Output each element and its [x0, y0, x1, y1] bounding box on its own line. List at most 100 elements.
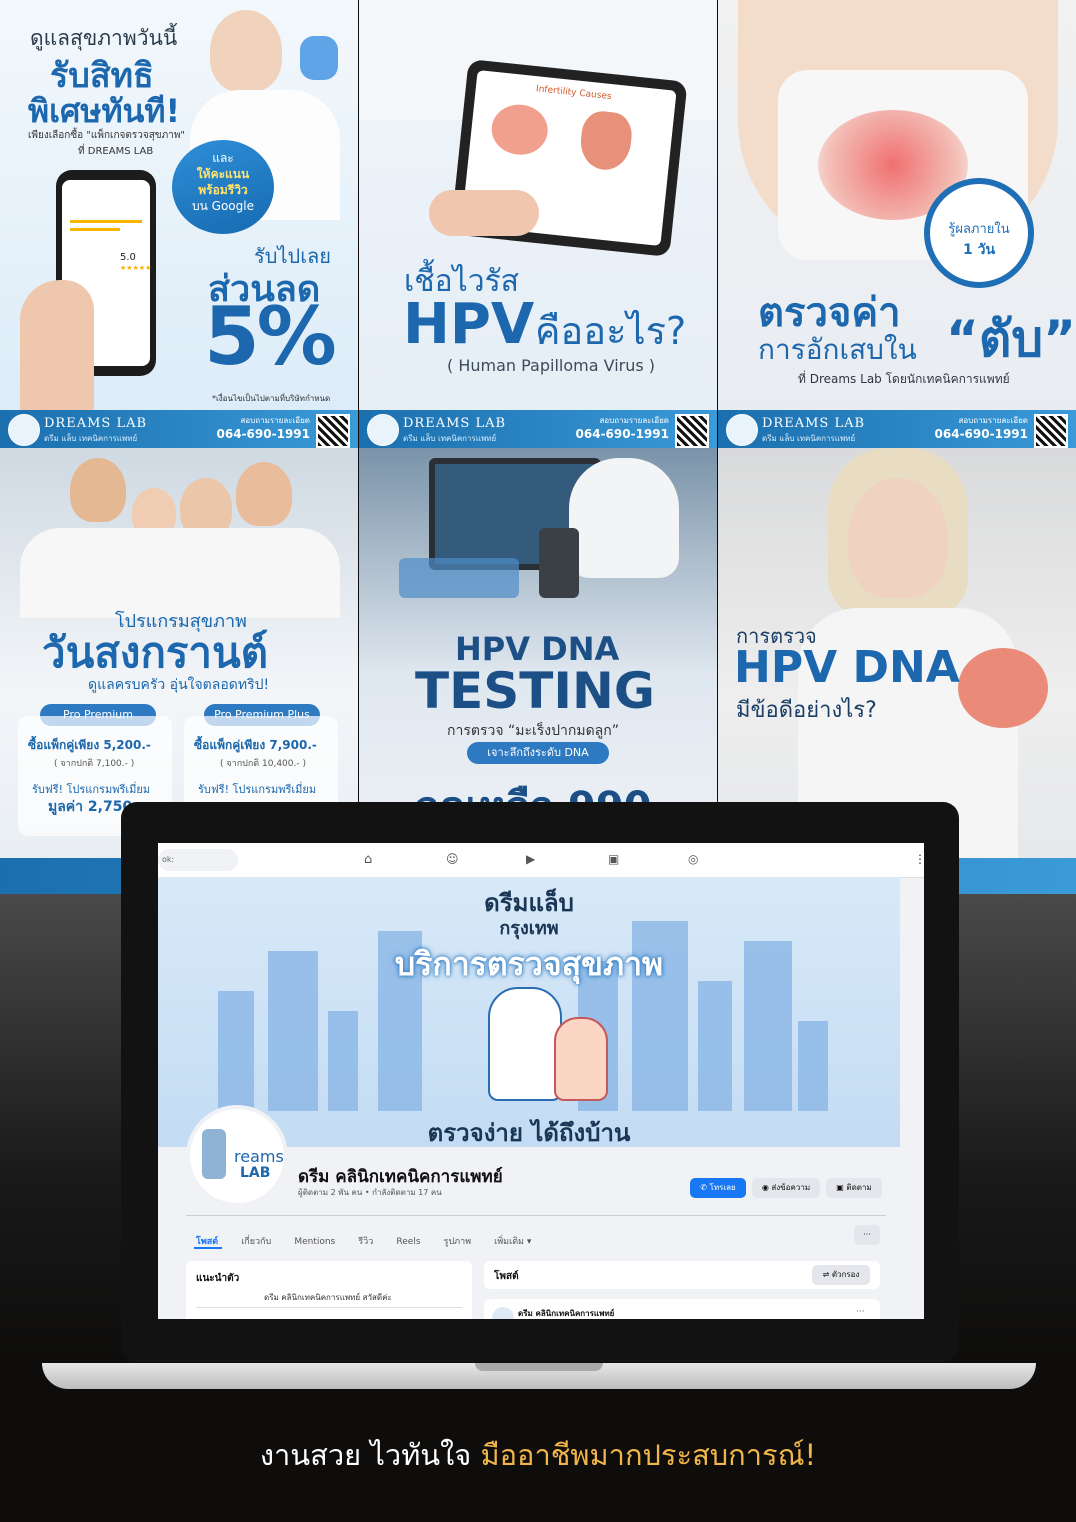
tile2-sub: ( Human Papilloma Virus ): [447, 356, 656, 375]
phone-label: สอบถามรายละเอียด: [599, 416, 669, 425]
brand-phone-block: สอบถามรายละเอียด 064-690-1991: [935, 414, 1028, 441]
tab-reels[interactable]: Reels: [396, 1237, 420, 1247]
result-badge: รู้ผลภายใน 1 วัน: [924, 178, 1034, 288]
promo-tile-hpv-dna-testing: HPV DNA TESTING การตรวจ “มะเร็งปากมดลูก”…: [359, 448, 717, 858]
profile-avatar[interactable]: reams LAB: [186, 1105, 288, 1207]
promo-tile-songkran: โปรแกรมสุขภาพ วันสงกรานต์ ดูแลครบครัว อุ…: [0, 448, 358, 858]
post-more-button[interactable]: ···: [856, 1307, 865, 1317]
more-options-button[interactable]: ···: [854, 1225, 880, 1245]
phone-label: สอบถามรายละเอียด: [240, 416, 310, 425]
cover-line3: บริการตรวจสุขภาพ: [394, 945, 664, 983]
follow-button[interactable]: ▣ ติดตาม: [826, 1178, 882, 1198]
brand-name: DREAMS LAB: [403, 416, 507, 431]
pkg1-value: มูลค่า 2,750: [48, 799, 133, 815]
phone-number: 064-690-1991: [934, 427, 1028, 441]
filter-label: ตัวกรอง: [831, 1270, 860, 1279]
promo-tile-hpv: Infertility Causes เชื้อไวรัส HPV คืออะไ…: [359, 0, 717, 410]
city-building: [328, 1011, 358, 1111]
brand-sub: ดรีม แล็บ เทคนิคการแพทย์: [762, 434, 856, 443]
tile1-line5: ที่ DREAMS LAB: [78, 146, 154, 157]
tab-more[interactable]: เพิ่มเติม ▾: [494, 1237, 531, 1247]
gaming-icon[interactable]: ◎: [688, 852, 698, 866]
friends-icon[interactable]: ☺: [446, 852, 459, 866]
woman-face: [848, 478, 948, 598]
message-button[interactable]: ◉ ส่งข้อความ: [752, 1178, 820, 1198]
phone-number: 064-690-1991: [575, 427, 669, 441]
city-building: [798, 1021, 828, 1111]
video-icon[interactable]: ▶: [526, 852, 535, 866]
dreams-lab-logo-icon: [8, 414, 40, 446]
posts-header-card: โพสต์ ⇌ ตัวกรอง: [484, 1261, 880, 1289]
pkg2-orig: ( จากปกติ 10,400.- ): [220, 759, 306, 769]
male-illustration: [578, 109, 634, 173]
tab-reviews[interactable]: รีวิว: [358, 1237, 373, 1247]
tagline-gold: มืออาชีพมากประสบการณ์!: [480, 1438, 817, 1472]
brand-footer: DREAMS LAB ดรีม แล็บ เทคนิคการแพทย์ สอบถ…: [0, 410, 358, 448]
follow-label: ติดตาม: [846, 1183, 872, 1192]
pointing-hand: [429, 190, 539, 236]
search-input[interactable]: ok:: [158, 849, 238, 871]
tab-posts[interactable]: โพสต์: [196, 1237, 218, 1247]
cover-line2: กรุงเทพ: [499, 918, 559, 939]
review-bubble: และ ให้คะแนน พร้อมรีวิว บน Google: [172, 140, 274, 234]
dreams-lab-logo-icon: [367, 414, 399, 446]
tile1-note: *เงื่อนไขเป็นไปตามที่บริษัทกำหนด: [212, 394, 331, 403]
facebook-page: ok: ⌂ ☺ ▶ ▣ ◎ ⋮ ดรีมแล็บ กรุงเทพ บริการต…: [158, 843, 924, 1319]
microscope-icon: [539, 528, 579, 598]
family-father-face: [70, 458, 126, 522]
tile2-big: HPV: [403, 292, 535, 357]
badge-line2: 1 วัน: [962, 242, 996, 258]
page-tabs: โพสต์ เกี่ยวกับ Mentions รีวิว Reels รูป…: [196, 1229, 549, 1248]
call-button[interactable]: ✆ โทรเลย: [690, 1178, 746, 1198]
bubble-line3: พร้อมรีวิว: [198, 183, 248, 197]
glove-hand: [300, 36, 338, 80]
brand-sub: ดรีม แล็บ เทคนิคการแพทย์: [403, 434, 497, 443]
tab-about[interactable]: เกี่ยวกับ: [241, 1237, 271, 1247]
brand-footer: DREAMS LAB ดรีม แล็บ เทคนิคการแพทย์ สอบถ…: [359, 410, 717, 448]
city-building: [218, 991, 254, 1111]
badge-line1: รู้ผลภายใน: [948, 222, 1010, 237]
tab-photos[interactable]: รูปภาพ: [444, 1237, 471, 1247]
tile1-percent: 5%: [204, 290, 337, 383]
hand: [20, 280, 94, 410]
tile2-question: คืออะไร?: [535, 309, 687, 353]
tab-mentions[interactable]: Mentions: [294, 1237, 335, 1247]
filter-button[interactable]: ⇌ ตัวกรอง: [812, 1265, 870, 1285]
brand-phone-block: สอบถามรายละเอียด 064-690-1991: [576, 414, 669, 441]
family-clothes: [20, 528, 340, 618]
qr-code-icon: [675, 414, 709, 448]
microscope-logo-icon: [202, 1129, 226, 1179]
family-mother-face: [236, 462, 292, 526]
phone-label: สอบถามรายละเอียด: [958, 416, 1028, 425]
pkg2-price: ซื้อแพ็กคู่เพียง 7,900.-: [194, 738, 317, 752]
rating-value: 5.0: [120, 252, 136, 263]
rating-bar: [70, 228, 120, 231]
rating-stars-icon: ★★★★★: [120, 264, 152, 272]
intro-title: แนะนำตัว: [196, 1273, 240, 1284]
tablet-title: Infertility Causes: [535, 84, 613, 103]
brand-footer: DREAMS LAB ดรีม แล็บ เทคนิคการแพทย์ สอบถ…: [718, 410, 1076, 448]
post-author: ดรีม คลินิกเทคนิคการแพทย์: [518, 1309, 615, 1318]
follow-icon: ▣: [836, 1183, 847, 1192]
call-label: โทรเลย: [709, 1183, 736, 1192]
qr-code-icon: [316, 414, 350, 448]
message-label: ส่งข้อความ: [771, 1183, 811, 1192]
test-tubes: [399, 558, 519, 598]
rating-bar: [70, 220, 142, 223]
marketplace-icon[interactable]: ▣: [608, 852, 619, 866]
posts-title: โพสต์: [494, 1271, 519, 1282]
lab-technician-suit: [569, 458, 679, 578]
city-building: [698, 981, 732, 1111]
bubble-line2: ให้คะแนน: [196, 167, 250, 181]
post-card: ดรีม คลินิกเทคนิคการแพทย์ ···: [484, 1299, 880, 1319]
pkg2-free: รับฟรี! โปรแกรมพรีเมี่ยม: [198, 783, 317, 796]
pkg1-orig: ( จากปกติ 7,100.- ): [54, 759, 135, 769]
tile5-line3: การตรวจ “มะเร็งปากมดลูก”: [447, 723, 619, 739]
dna-pill: เจาะลึกถึงระดับ DNA: [467, 742, 609, 764]
logo-text1: reams: [234, 1147, 284, 1166]
intro-card: แนะนำตัว ดรีม คลินิกเทคนิคการแพทย์ สวัสด…: [186, 1261, 472, 1319]
home-icon[interactable]: ⌂: [364, 852, 372, 867]
tagline-white: งานสวย ไวทันใจ: [259, 1438, 481, 1472]
menu-grid-icon[interactable]: ⋮: [914, 852, 924, 866]
tile6-line3: มีข้อดีอย่างไร?: [736, 698, 877, 723]
